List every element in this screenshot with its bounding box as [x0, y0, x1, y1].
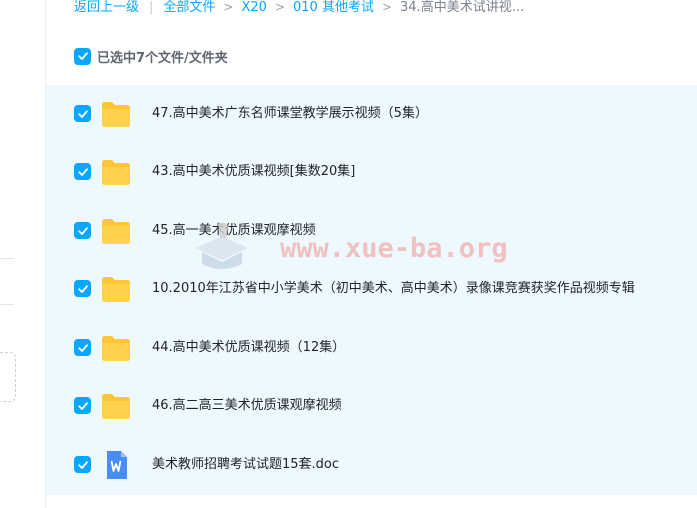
back-link[interactable]: 返回上一级: [74, 0, 139, 15]
folder-icon: [102, 102, 130, 127]
check-icon: [77, 52, 88, 60]
divider: [0, 304, 14, 305]
selection-summary: 已选中7个文件/文件夹: [74, 46, 228, 66]
check-icon: [77, 226, 88, 235]
check-icon: [77, 109, 88, 118]
divider: [0, 258, 14, 259]
row-checkbox[interactable]: [74, 280, 91, 297]
row-checkbox[interactable]: [74, 163, 91, 180]
row-checkbox[interactable]: [74, 105, 91, 122]
file-row[interactable]: 43.高中美术优质课视频[集数20集]: [46, 143, 697, 201]
left-panel-edge: [0, 0, 46, 508]
file-list: 47.高中美术广东名师课堂教学展示视频（5集） 43.高中美术优质课视频[集数2…: [46, 85, 697, 495]
file-name[interactable]: 美术教师招聘考试试题15套.doc: [152, 456, 339, 474]
check-icon: [77, 343, 88, 352]
folder-icon: [102, 336, 130, 361]
folder-icon: [102, 394, 130, 419]
watermark-logo-icon: [196, 222, 248, 269]
word-doc-icon: [107, 451, 127, 479]
watermark: www.xue-ba.org: [188, 220, 508, 280]
file-row[interactable]: 44.高中美术优质课视频（12集）: [46, 319, 697, 377]
folder-icon: [102, 277, 130, 302]
row-checkbox[interactable]: [74, 397, 91, 414]
file-row[interactable]: 46.高二高三美术优质课观摩视频: [46, 377, 697, 435]
crumb-x20[interactable]: X20: [241, 0, 266, 15]
file-name[interactable]: 10.2010年江苏省中小学美术（初中美术、高中美术）录像课竞赛获奖作品视频专辑: [152, 280, 635, 298]
chevron-right-icon: >: [223, 0, 234, 14]
check-icon: [77, 401, 88, 410]
all-files-link[interactable]: 全部文件: [163, 0, 215, 15]
crumb-current: 34.高中美术试讲视...: [400, 0, 525, 15]
crumb-other-exams[interactable]: 010 其他考试: [293, 0, 374, 15]
chevron-right-icon: >: [274, 0, 285, 14]
file-name[interactable]: 46.高二高三美术优质课观摩视频: [152, 397, 342, 415]
file-name[interactable]: 44.高中美术优质课视频（12集）: [152, 339, 345, 357]
row-checkbox[interactable]: [74, 456, 91, 473]
folder-icon: [102, 219, 130, 244]
collapse-handle[interactable]: [0, 352, 16, 402]
folder-icon: [102, 160, 130, 185]
check-icon: [77, 460, 88, 469]
select-all-checkbox[interactable]: [74, 47, 91, 65]
check-icon: [77, 167, 88, 176]
file-row[interactable]: 美术教师招聘考试试题15套.doc: [46, 436, 697, 494]
check-icon: [77, 284, 88, 293]
file-row[interactable]: 47.高中美术广东名师课堂教学展示视频（5集）: [46, 85, 697, 143]
separator: |: [149, 0, 154, 15]
breadcrumb: 返回上一级 | 全部文件 > X20 >010 其他考试 >34.高中美术试讲视...: [74, 0, 525, 15]
row-checkbox[interactable]: [74, 222, 91, 239]
file-name[interactable]: 43.高中美术优质课视频[集数20集]: [152, 163, 355, 181]
chevron-right-icon: >: [381, 0, 393, 14]
row-checkbox[interactable]: [74, 339, 91, 356]
selection-count-label: 已选中7个文件/文件夹: [97, 50, 228, 66]
file-name[interactable]: 47.高中美术广东名师课堂教学展示视频（5集）: [152, 105, 428, 123]
watermark-text: www.xue-ba.org: [280, 233, 508, 264]
